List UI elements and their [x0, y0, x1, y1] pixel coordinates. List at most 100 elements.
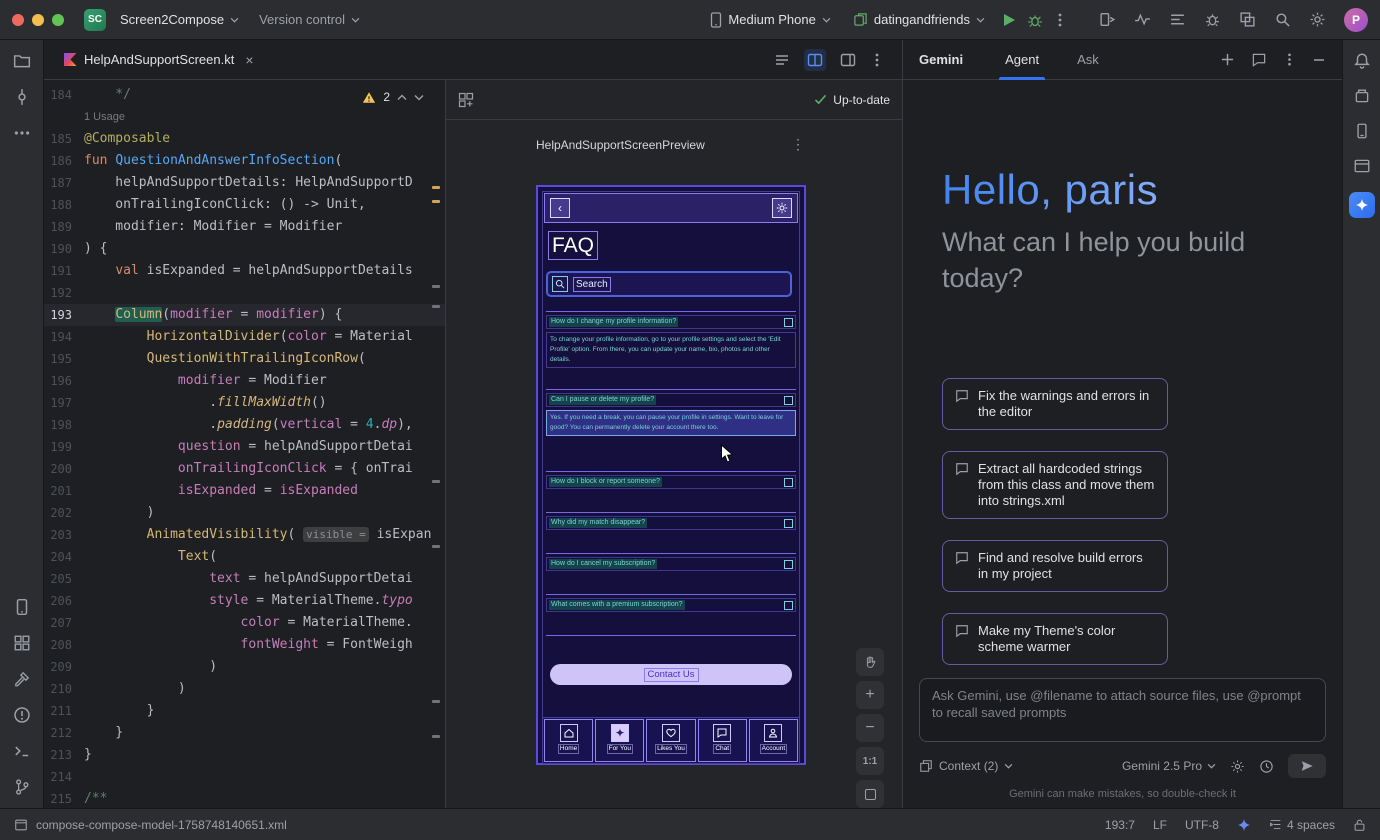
maximize-window-button[interactable]	[52, 14, 64, 26]
send-button[interactable]	[1288, 754, 1326, 778]
project-selector[interactable]: Screen2Compose	[114, 8, 245, 31]
split-view-icon[interactable]	[804, 49, 826, 71]
suggestion-card[interactable]: Extract all hardcoded strings from this …	[942, 451, 1168, 519]
expand-icon[interactable]	[784, 396, 793, 405]
gemini-tool-icon[interactable]	[1349, 192, 1375, 218]
settings-gear-icon[interactable]	[1309, 11, 1326, 28]
nav-item[interactable]: For You	[595, 719, 644, 762]
code-line[interactable]: 191 val isExpanded = helpAndSupportDetai…	[44, 260, 445, 282]
gemini-input[interactable]	[932, 687, 1313, 733]
gemini-status-icon[interactable]	[1237, 818, 1251, 832]
code-line[interactable]: 187 helpAndSupportDetails: HelpAndSuppor…	[44, 172, 445, 194]
expand-icon[interactable]	[784, 560, 793, 569]
faq-item[interactable]: Can I pause or delete my profile?Yes. If…	[546, 389, 796, 471]
problems-icon[interactable]	[13, 706, 31, 724]
prompt-history-icon[interactable]	[1259, 759, 1274, 774]
code-line[interactable]: 206 style = MaterialTheme.typo	[44, 590, 445, 612]
code-line[interactable]: 194 HorizontalDivider(color = Material	[44, 326, 445, 348]
debug-button[interactable]	[1027, 12, 1043, 28]
profiler-icon[interactable]	[1134, 11, 1151, 28]
line-separator[interactable]: LF	[1153, 818, 1167, 832]
settings-button[interactable]	[772, 198, 792, 218]
code-line[interactable]: 193 Column(modifier = modifier) {	[44, 304, 445, 326]
logcat-icon[interactable]	[1169, 11, 1186, 28]
code-line[interactable]: 211 }	[44, 700, 445, 722]
faq-item[interactable]: How do I change my profile information?T…	[546, 311, 796, 389]
nav-item[interactable]: Home	[544, 719, 593, 762]
code-line[interactable]: 186fun QuestionAndAnswerInfoSection(	[44, 150, 445, 172]
editor-tab[interactable]: HelpAndSupportScreen.kt ×	[54, 40, 264, 79]
device-explorer-icon[interactable]	[1353, 87, 1371, 105]
code-line[interactable]: 208 fontWeight = FontWeigh	[44, 634, 445, 656]
code-line[interactable]: 213}	[44, 744, 445, 766]
build-icon[interactable]	[13, 670, 31, 688]
tab-ask[interactable]: Ask	[1071, 40, 1105, 80]
faq-item[interactable]: How do I block or report someone?	[546, 471, 796, 512]
suggestion-card[interactable]: Find and resolve build errors in my proj…	[942, 540, 1168, 592]
device-manager-icon[interactable]	[1353, 122, 1371, 140]
device-mirroring-icon[interactable]	[1099, 11, 1116, 28]
zoom-in-button[interactable]: +	[856, 681, 884, 709]
code-line[interactable]: 195 QuestionWithTrailingIconRow(	[44, 348, 445, 370]
nav-item[interactable]: Account	[749, 719, 798, 762]
search-icon[interactable]	[1274, 11, 1291, 28]
resource-manager-icon[interactable]	[13, 634, 31, 652]
code-line[interactable]: 215/**	[44, 788, 445, 808]
new-chat-icon[interactable]	[1220, 52, 1235, 67]
faq-question-row[interactable]: How do I block or report someone?	[546, 475, 796, 489]
contact-us-button[interactable]: Contact Us	[550, 664, 792, 685]
nav-item[interactable]: Likes You	[646, 719, 695, 762]
code-line[interactable]: 201 isExpanded = isExpanded	[44, 480, 445, 502]
more-run-options-icon[interactable]	[1053, 12, 1067, 28]
code-line[interactable]: 199 question = helpAndSupportDetai	[44, 436, 445, 458]
cursor-position[interactable]: 193:7	[1105, 818, 1135, 832]
gemini-options-kebab-icon[interactable]	[1283, 52, 1296, 67]
faq-item[interactable]: What comes with a premium subscription?	[546, 594, 796, 635]
expand-icon[interactable]	[784, 519, 793, 528]
version-control-icon[interactable]	[13, 778, 31, 796]
hide-panel-icon[interactable]	[1312, 53, 1326, 67]
profile-avatar[interactable]: P	[1344, 8, 1368, 32]
run-configuration-selector[interactable]: datingandfriends	[847, 8, 991, 31]
expand-icon[interactable]	[784, 318, 793, 327]
version-control-menu[interactable]: Version control	[253, 8, 366, 31]
code-line[interactable]: 210 )	[44, 678, 445, 700]
code-line[interactable]: 192	[44, 282, 445, 304]
code-line[interactable]: 189 modifier: Modifier = Modifier	[44, 216, 445, 238]
file-encoding[interactable]: UTF-8	[1185, 818, 1219, 832]
running-devices-icon[interactable]	[13, 598, 31, 616]
more-tool-windows-icon[interactable]	[13, 124, 31, 142]
inspections-widget[interactable]: 2	[355, 88, 431, 106]
back-button[interactable]: ‹	[550, 198, 570, 218]
design-view-icon[interactable]	[840, 52, 856, 68]
commit-icon[interactable]	[13, 88, 31, 106]
notifications-bell-icon[interactable]	[1353, 52, 1371, 70]
statusbar-file[interactable]: compose-compose-model-1758748140651.xml	[14, 818, 287, 832]
code-line[interactable]: 188 onTrailingIconClick: () -> Unit,	[44, 194, 445, 216]
lock-icon[interactable]	[1353, 818, 1366, 832]
code-inlay-row[interactable]: 1 Usage	[44, 106, 445, 128]
tab-agent[interactable]: Agent	[999, 40, 1045, 80]
layout-inspector-icon[interactable]	[1239, 11, 1256, 28]
faq-question-row[interactable]: How do I cancel my subscription?	[546, 557, 796, 571]
close-window-button[interactable]	[12, 14, 24, 26]
zoom-out-button[interactable]: −	[856, 714, 884, 742]
preview-layout-icon[interactable]	[458, 92, 474, 108]
code-view-icon[interactable]	[774, 52, 790, 68]
code-line[interactable]: 202 )	[44, 502, 445, 524]
preview-options-kebab-icon[interactable]: ⋮	[791, 136, 806, 153]
pan-hand-icon[interactable]	[856, 648, 884, 676]
terminal-icon[interactable]	[13, 742, 31, 760]
prev-problem-icon[interactable]	[397, 94, 407, 101]
code-line[interactable]: 200 onTrailingIconClick = { onTrai	[44, 458, 445, 480]
faq-question-row[interactable]: What comes with a premium subscription?	[546, 598, 796, 612]
code-line[interactable]: 212 }	[44, 722, 445, 744]
faq-item[interactable]: Why did my match disappear?	[546, 512, 796, 553]
nav-item[interactable]: Chat	[698, 719, 747, 762]
code-line[interactable]: 205 text = helpAndSupportDetai	[44, 568, 445, 590]
code-line[interactable]: 204 Text(	[44, 546, 445, 568]
faq-item[interactable]: How do I cancel my subscription?	[546, 553, 796, 594]
phone-preview[interactable]: ‹ FAQ Search How do I change my profile …	[536, 185, 806, 765]
app-insights-icon[interactable]	[1353, 157, 1371, 175]
zoom-to-fit-button[interactable]	[856, 780, 884, 808]
